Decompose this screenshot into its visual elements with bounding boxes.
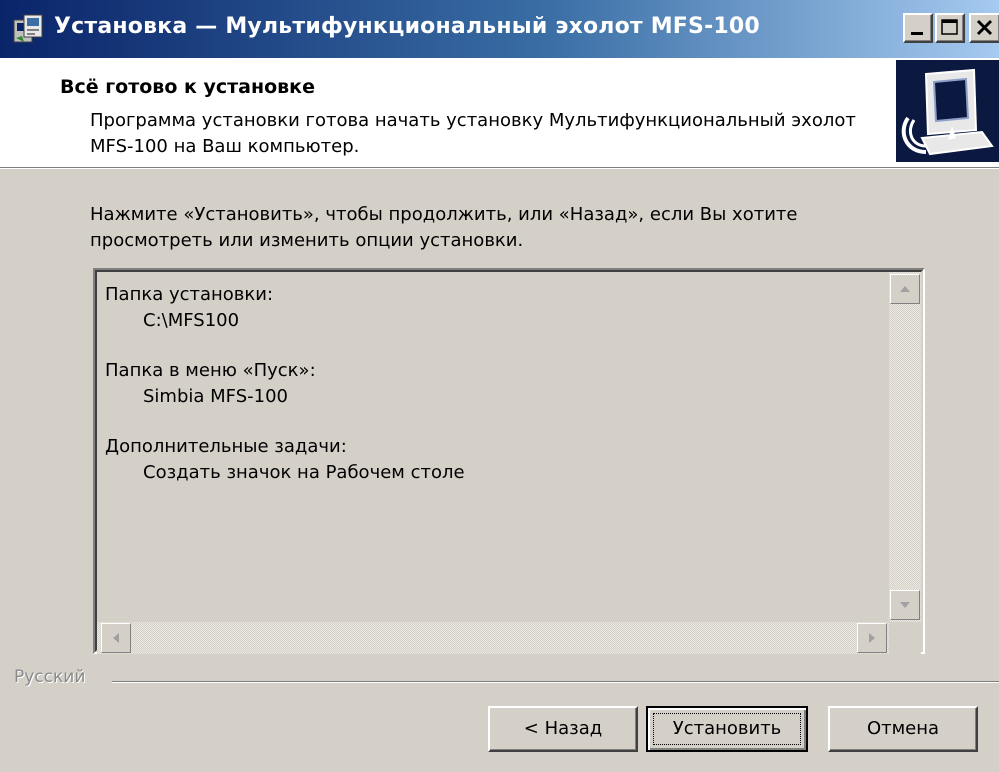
summary-heading: Дополнительные задачи: [105,436,347,457]
summary-value: Simbia MFS-100 [143,386,288,407]
footer-divider-highlight [112,682,999,683]
horizontal-scrollbar[interactable] [97,622,889,654]
arrow-up-icon [900,286,910,292]
minimize-icon [911,32,923,35]
summary-item-additional-tasks: Дополнительные задачи: Создать значок на… [105,434,885,486]
summary-content: Папка установки: C:\MFS100 Папка в меню … [105,282,885,510]
header-divider [0,168,999,169]
scrollbar-corner [889,622,921,654]
scroll-right-button[interactable] [857,623,887,653]
summary-item-install-folder: Папка установки: C:\MFS100 [105,282,885,334]
summary-memo[interactable]: Папка установки: C:\MFS100 Папка в меню … [93,268,925,654]
installer-window: Установка — Мультифункциональный эхолот … [0,0,999,772]
scroll-left-button[interactable] [101,623,131,653]
vertical-scrollbar[interactable] [889,272,921,624]
window-title: Установка — Мультифункциональный эхолот … [54,14,760,39]
computer-install-icon [896,60,999,162]
summary-heading: Папка в меню «Пуск»: [105,360,316,381]
close-icon [976,19,993,36]
arrow-left-icon [113,633,119,643]
arrow-down-icon [900,602,910,608]
title-bar[interactable]: Установка — Мультифункциональный эхолот … [0,0,999,58]
cancel-button[interactable]: Отмена [828,706,978,752]
language-label: Русский [14,667,86,687]
install-button-label: Установить [672,718,782,739]
maximize-button[interactable] [935,13,965,43]
summary-value: Создать значок на Рабочем столе [143,462,465,483]
summary-memo-frame: Папка установки: C:\MFS100 Папка в меню … [95,270,923,654]
scroll-up-button[interactable] [890,274,920,304]
summary-heading: Папка установки: [105,284,274,305]
back-button-label: < Назад [523,718,603,739]
maximize-icon [941,19,958,35]
scroll-down-button[interactable] [890,590,920,620]
page-title: Всё готово к установке [60,76,315,98]
summary-value: C:\MFS100 [143,310,240,331]
back-button[interactable]: < Назад [488,706,638,752]
cancel-button-label: Отмена [866,718,940,739]
close-button[interactable] [969,13,999,43]
summary-item-start-menu: Папка в меню «Пуск»: Simbia MFS-100 [105,358,885,410]
setup-app-icon [13,14,43,43]
header-graphic [896,60,999,162]
install-button[interactable]: Установить [646,706,808,752]
arrow-right-icon [869,633,875,643]
minimize-button[interactable] [903,13,933,43]
instruction-text: Нажмите «Установить», чтобы продолжить, … [90,204,798,251]
page-description: Программа установки готова начать устано… [90,110,856,157]
